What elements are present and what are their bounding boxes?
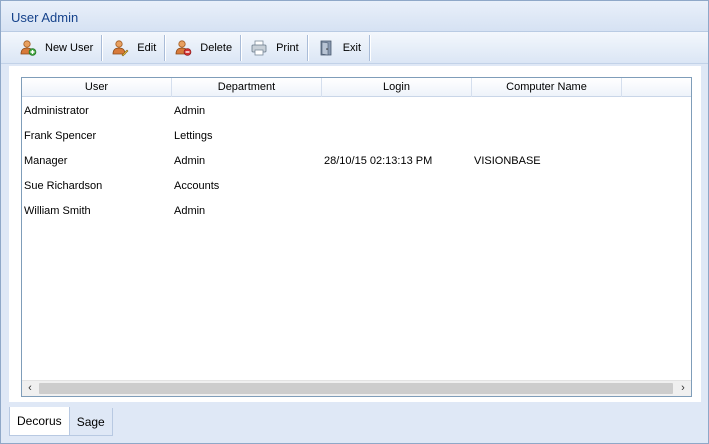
column-header-filler [622,78,691,97]
new-user-label: New User [45,41,94,54]
grid-rows: Administrator Admin Frank Spencer Lettin… [22,98,691,223]
cell-department: Admin [174,154,206,167]
print-label: Print [276,41,299,54]
printer-icon [250,39,268,57]
table-row[interactable]: Manager Admin 28/10/15 02:13:13 PM VISIO… [22,148,691,173]
exit-label: Exit [342,41,362,54]
window-title: User Admin [11,10,79,25]
scroll-right-button[interactable]: › [675,381,691,396]
table-row[interactable]: Sue Richardson Accounts [22,173,691,198]
column-header-department[interactable]: Department [172,78,322,97]
cell-department: Accounts [174,179,220,192]
table-row[interactable]: William Smith Admin [22,198,691,223]
cell-login: 28/10/15 02:13:13 PM [324,154,433,167]
table-row[interactable]: Administrator Admin [22,98,691,123]
table-row[interactable]: Frank Spencer Lettings [22,123,691,148]
cell-department: Admin [174,104,206,117]
column-header-computer-name[interactable]: Computer Name [472,78,622,97]
column-header-login[interactable]: Login [322,78,472,97]
tab-decorus[interactable]: Decorus [9,407,70,436]
edit-button[interactable]: Edit [103,35,164,61]
toolbar: New User Edit Delete Print Exit [1,32,708,64]
horizontal-scrollbar[interactable]: ‹ › [22,380,691,396]
title-bar: User Admin [1,1,708,32]
cell-user: Manager [24,154,68,167]
cell-user: Frank Spencer [24,129,97,142]
delete-button[interactable]: Delete [166,35,240,61]
users-grid[interactable]: User Department Login Computer Name Admi… [21,77,692,397]
user-add-icon [19,39,37,57]
tab-sage[interactable]: Sage [68,408,113,436]
column-header-user[interactable]: User [22,78,172,97]
print-button[interactable]: Print [242,35,307,61]
tab-strip: Decorus Sage [9,407,113,436]
grid-header: User Department Login Computer Name [22,78,691,97]
cell-user: William Smith [24,204,91,217]
new-user-button[interactable]: New User [11,35,101,61]
cell-user: Administrator [24,104,89,117]
cell-department: Admin [174,204,206,217]
exit-button[interactable]: Exit [309,35,369,61]
edit-label: Edit [137,41,157,54]
user-admin-window: User Admin New User Edit Delete Print Ex… [0,0,709,444]
user-edit-icon [111,39,129,57]
exit-door-icon [317,39,335,57]
user-delete-icon [174,39,192,57]
toolbar-separator [369,34,372,61]
content-panel: User Department Login Computer Name Admi… [9,66,701,402]
cell-user: Sue Richardson [24,179,103,192]
scrollbar-thumb[interactable] [39,383,673,394]
scroll-left-button[interactable]: ‹ [22,381,38,396]
cell-computer-name: VISIONBASE [474,154,541,167]
cell-department: Lettings [174,129,213,142]
delete-label: Delete [200,41,233,54]
